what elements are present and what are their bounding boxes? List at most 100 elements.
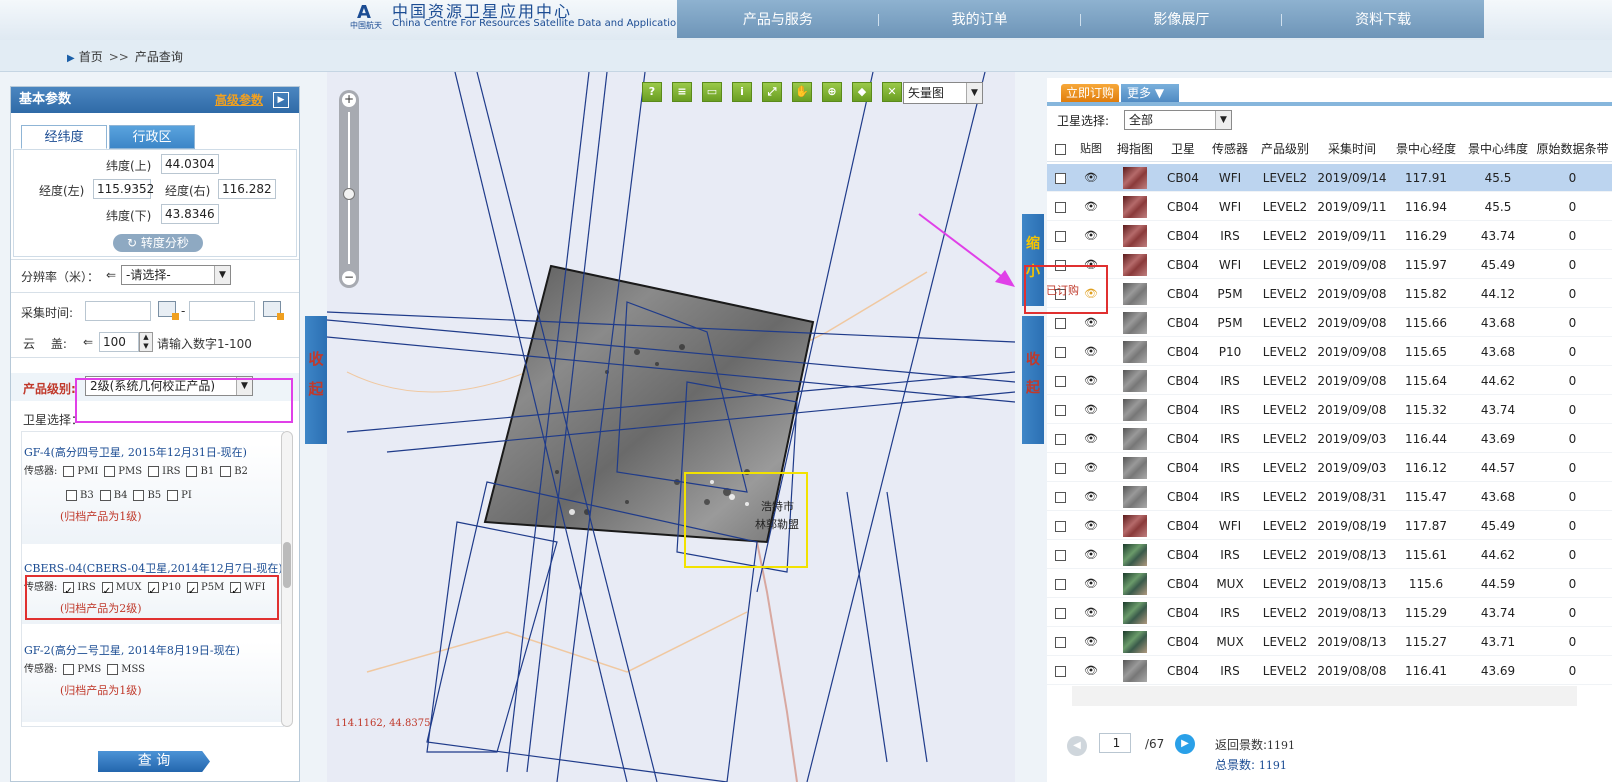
eye-icon[interactable]: 👁: [1073, 432, 1109, 445]
nav-image-gallery[interactable]: 影像展厅: [1081, 0, 1283, 38]
thumbnail-image[interactable]: [1123, 398, 1147, 421]
table-row[interactable]: 👁 CB04 WFI LEVEL2 2019/09/11 116.94 45.5 0: [1047, 193, 1612, 221]
row-checkbox[interactable]: [1054, 375, 1066, 387]
eye-icon[interactable]: 👁: [1073, 316, 1109, 329]
table-row[interactable]: 👁 CB04 P10 LEVEL2 2019/09/08 115.65 43.68 0: [1047, 338, 1612, 366]
row-checkbox[interactable]: [1054, 520, 1066, 532]
eye-icon[interactable]: 👁: [1073, 635, 1109, 648]
col-header-overlay[interactable]: 贴图: [1073, 136, 1109, 161]
table-row[interactable]: 👁 CB04 IRS LEVEL2 2019/09/03 116.12 44.57 0: [1047, 454, 1612, 482]
eye-icon[interactable]: 👁: [1073, 461, 1109, 474]
scrollbar-thumb[interactable]: [283, 542, 291, 588]
satellite-list-scrollbar[interactable]: [281, 431, 293, 727]
thumbnail-image[interactable]: [1123, 253, 1147, 276]
row-checkbox[interactable]: [1054, 172, 1066, 184]
col-header-strip[interactable]: 原始数据条带: [1533, 136, 1612, 161]
order-now-button[interactable]: 立即订购: [1061, 84, 1119, 102]
eye-icon[interactable]: 👁: [1073, 200, 1109, 213]
pan-icon[interactable]: ✋: [792, 82, 812, 102]
row-checkbox[interactable]: [1054, 404, 1066, 416]
col-header-sensor[interactable]: 传感器: [1205, 136, 1255, 161]
eye-icon[interactable]: 👁: [1073, 490, 1109, 503]
row-checkbox[interactable]: [1054, 549, 1066, 561]
eye-icon[interactable]: 👁: [1073, 664, 1109, 677]
row-checkbox[interactable]: [1054, 462, 1066, 474]
thumbnail-image[interactable]: [1123, 485, 1147, 508]
row-checkbox[interactable]: [1054, 636, 1066, 648]
start-date-input[interactable]: [85, 301, 151, 321]
next-page-icon[interactable]: ▶: [1175, 734, 1195, 754]
sensor-checkbox[interactable]: [167, 490, 179, 501]
table-row[interactable]: 👁 CB04 WFI LEVEL2 2019/09/08 115.97 45.49 0: [1047, 251, 1612, 279]
table-row[interactable]: 👁 CB04 P5M LEVEL2 2019/09/08 115.66 43.68 0: [1047, 309, 1612, 337]
calendar-icon[interactable]: [263, 301, 284, 320]
collapse-left-button[interactable]: 收起: [305, 316, 327, 444]
clear-icon[interactable]: ✕: [882, 82, 902, 102]
thumbnail-image[interactable]: [1123, 572, 1147, 595]
col-header-satellite[interactable]: 卫星: [1161, 136, 1205, 161]
eye-icon[interactable]: 👁: [1073, 171, 1109, 184]
eye-icon[interactable]: 👁: [1073, 577, 1109, 590]
eye-icon[interactable]: 👁: [1073, 229, 1109, 242]
zoom-handle[interactable]: [343, 188, 355, 200]
sensor-checkbox[interactable]: [220, 466, 232, 477]
convert-dms-button[interactable]: ↻ 转度分秒: [113, 234, 203, 252]
breadcrumb-home[interactable]: 首页: [79, 50, 103, 64]
query-button[interactable]: 查 询: [98, 751, 210, 772]
table-row[interactable]: 👁 CB04 WFI LEVEL2 2019/09/14 117.91 45.5 0: [1047, 164, 1612, 192]
row-checkbox[interactable]: [1054, 433, 1066, 445]
thumbnail-image[interactable]: [1123, 601, 1147, 624]
table-row[interactable]: 👁 CB04 IRS LEVEL2 2019/09/08 115.64 44.62 0: [1047, 367, 1612, 395]
zoom-slider[interactable]: + −: [339, 90, 359, 288]
col-header-date[interactable]: 采集时间: [1315, 136, 1389, 161]
col-header-center-lon[interactable]: 景中心经度: [1389, 136, 1463, 161]
col-header-center-lat[interactable]: 景中心纬度: [1463, 136, 1533, 161]
help-icon[interactable]: ?: [642, 82, 662, 102]
row-checkbox[interactable]: [1054, 317, 1066, 329]
info-icon[interactable]: i: [732, 82, 752, 102]
thumbnail-image[interactable]: [1123, 427, 1147, 450]
sensor-checkbox[interactable]: [104, 466, 116, 477]
table-row[interactable]: 👁 CB04 IRS LEVEL2 2019/09/03 116.44 43.69 0: [1047, 425, 1612, 453]
zoom-out-button[interactable]: −: [342, 271, 356, 285]
eye-icon[interactable]: 👁: [1073, 374, 1109, 387]
table-row[interactable]: 👁 CB04 MUX LEVEL2 2019/08/13 115.6 44.59 0: [1047, 570, 1612, 598]
table-row[interactable]: 👁 CB04 IRS LEVEL2 2019/09/08 115.32 43.74 0: [1047, 396, 1612, 424]
thumbnail-image[interactable]: [1123, 630, 1147, 653]
table-row[interactable]: 👁 CB04 IRS LEVEL2 2019/08/08 116.41 43.69 0: [1047, 657, 1612, 685]
row-checkbox[interactable]: [1054, 578, 1066, 590]
eye-icon[interactable]: 👁: [1073, 345, 1109, 358]
legend-icon[interactable]: ≡: [672, 82, 692, 102]
thumbnail-image[interactable]: [1123, 224, 1147, 247]
row-checkbox[interactable]: [1054, 346, 1066, 358]
advanced-params-link[interactable]: 高级参数: [215, 87, 263, 113]
thumbnail-image[interactable]: [1123, 195, 1147, 218]
tab-region[interactable]: 行政区: [109, 125, 195, 149]
measure-icon[interactable]: ▭: [702, 82, 722, 102]
sensor-checkbox[interactable]: [99, 490, 111, 501]
thumbnail-image[interactable]: [1123, 456, 1147, 479]
table-row[interactable]: 👁 CB04 IRS LEVEL2 2019/09/11 116.29 43.74 0: [1047, 222, 1612, 250]
sensor-checkbox[interactable]: [107, 664, 119, 675]
thumbnail-image[interactable]: [1123, 340, 1147, 363]
table-row[interactable]: 👁 CB04 IRS LEVEL2 2019/08/13 115.61 44.62 0: [1047, 541, 1612, 569]
results-hscrollbar[interactable]: [1072, 686, 1577, 706]
row-checkbox[interactable]: [1054, 491, 1066, 503]
table-row[interactable]: 👁 CB04 IRS LEVEL2 2019/08/31 115.47 43.68 0: [1047, 483, 1612, 511]
col-header-level[interactable]: 产品级别: [1255, 136, 1315, 161]
sat-filter-select[interactable]: 全部 ▼: [1124, 110, 1232, 130]
calendar-icon[interactable]: [158, 301, 179, 320]
cloud-stepper[interactable]: ▲ ▼: [139, 332, 153, 352]
lat-bottom-input[interactable]: 43.8346: [161, 204, 219, 224]
eye-icon[interactable]: 👁: [1073, 606, 1109, 619]
eye-icon[interactable]: 👁: [1073, 548, 1109, 561]
lon-right-input[interactable]: 116.282: [218, 179, 276, 199]
more-button[interactable]: 更多 ▼: [1121, 84, 1179, 104]
thumbnail-image[interactable]: [1123, 282, 1147, 305]
expand-arrow-icon[interactable]: ▶: [273, 92, 289, 108]
thumbnail-image[interactable]: [1123, 543, 1147, 566]
nav-products-services[interactable]: 产品与服务: [677, 0, 879, 38]
prev-page-icon[interactable]: ◀: [1067, 736, 1087, 756]
row-checkbox[interactable]: [1054, 607, 1066, 619]
sensor-checkbox[interactable]: [63, 466, 75, 477]
